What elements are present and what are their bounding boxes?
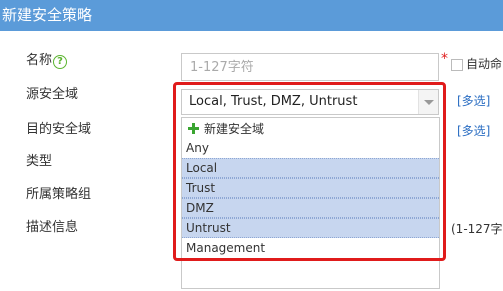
option-label: Trust	[186, 181, 216, 195]
dialog-title: 新建安全策略	[2, 6, 93, 24]
source-multi-select-link[interactable]: [多选]	[457, 93, 490, 109]
source-zone-value: Local, Trust, DMZ, Untrust	[189, 94, 358, 109]
new-zone-option[interactable]: 新建安全域	[182, 119, 439, 139]
zone-option-local[interactable]: Local	[182, 158, 439, 178]
type-label: 类型	[26, 154, 53, 169]
zone-option-any[interactable]: Any	[182, 138, 439, 158]
option-label: Local	[186, 161, 218, 175]
option-label: Untrust	[186, 221, 231, 235]
auto-name-label: 自动命	[466, 57, 503, 71]
chevron-down-icon	[424, 100, 434, 105]
option-label: Any	[186, 141, 209, 155]
description-label: 描述信息	[26, 220, 79, 235]
zone-option-trust[interactable]: Trust	[182, 178, 439, 198]
option-label: Management	[186, 241, 266, 255]
dialog-titlebar: 新建安全策略	[0, 0, 503, 31]
source-zone-select[interactable]: Local, Trust, DMZ, Untrust	[181, 89, 439, 115]
new-zone-label: 新建安全域	[204, 122, 265, 136]
zone-dropdown-list: 新建安全域 Any Local Trust DMZ Untrust Manage…	[181, 117, 440, 289]
zone-option-dmz[interactable]: DMZ	[182, 198, 439, 218]
auto-name-checkbox[interactable]	[451, 59, 463, 71]
help-icon[interactable]: ?	[53, 55, 67, 69]
dropdown-toggle[interactable]	[418, 90, 438, 114]
dest-zone-label: 目的安全域	[26, 122, 92, 137]
policy-group-label: 所属策略组	[26, 187, 92, 202]
zone-option-untrust[interactable]: Untrust	[182, 218, 439, 238]
name-label: 名称	[26, 53, 53, 68]
description-hint: (1-127字符	[451, 222, 503, 236]
name-input[interactable]	[181, 53, 439, 81]
option-label: DMZ	[186, 201, 214, 215]
source-zone-label: 源安全域	[26, 87, 79, 102]
dest-multi-select-link[interactable]: [多选]	[457, 123, 490, 139]
plus-icon	[188, 123, 199, 134]
zone-option-management[interactable]: Management	[182, 238, 439, 258]
required-mark: *	[441, 51, 448, 67]
